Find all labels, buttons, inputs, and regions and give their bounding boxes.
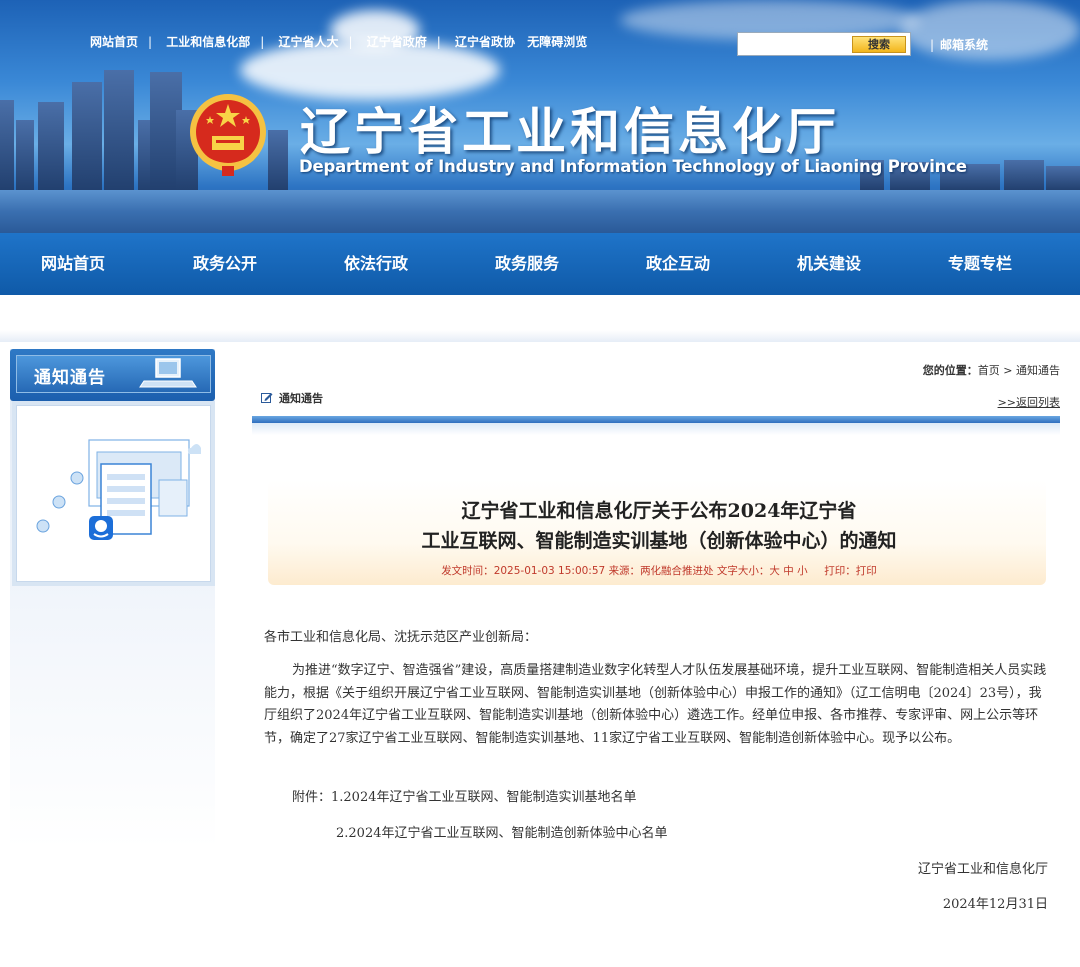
nav-spacer bbox=[0, 295, 1080, 335]
font-size-small[interactable]: 小 bbox=[797, 565, 808, 577]
nav-item-interaction[interactable]: 政企互动 bbox=[608, 233, 748, 295]
breadcrumb: 您的位置：首页 > 通知通告 bbox=[923, 362, 1060, 378]
top-link-miit[interactable]: 工业和信息化部 bbox=[166, 35, 250, 49]
nav-item-special-topics[interactable]: 专题专栏 bbox=[910, 233, 1050, 295]
print-label: 打印： bbox=[824, 565, 856, 577]
site-subtitle: Department of Industry and Information T… bbox=[299, 157, 967, 176]
article-meta: 发文时间：2025-01-03 15:00:57 来源：两化融合推进处 文字大小… bbox=[264, 563, 1054, 578]
top-link-ln-npc[interactable]: 辽宁省人大 bbox=[279, 35, 339, 49]
category-bar bbox=[252, 416, 1060, 423]
top-link-ln-cppcc[interactable]: 辽宁省政协 bbox=[455, 35, 515, 49]
site-title: 辽宁省工业和信息化厅 bbox=[300, 103, 840, 161]
sidebar: 通知通告 bbox=[10, 349, 215, 849]
top-link-accessibility[interactable]: 无障碍浏览 bbox=[527, 35, 587, 49]
laptop-icon bbox=[139, 358, 197, 388]
sidebar-header: 通知通告 bbox=[10, 349, 215, 401]
font-size-large[interactable]: 大 bbox=[769, 565, 780, 577]
article-body: 为推进“数字辽宁、智造强省”建设，高质量搭建制造业数字化转型人才队伍发展基础环境… bbox=[264, 663, 1047, 746]
publish-label: 发文时间： bbox=[441, 565, 494, 577]
nav-item-gov-services[interactable]: 政务服务 bbox=[457, 233, 597, 295]
edit-icon bbox=[261, 393, 273, 403]
breadcrumb-home[interactable]: 首页 bbox=[978, 364, 1000, 377]
source-value: 两化融合推进处 bbox=[640, 565, 714, 577]
category-row: 通知通告 >>返回列表 bbox=[252, 386, 1060, 414]
attachment-2-link[interactable]: 2.2024年辽宁省工业互联网、智能制造创新体验中心名单 bbox=[336, 822, 668, 841]
top-link-home[interactable]: 网站首页 bbox=[90, 35, 138, 49]
nav-item-gov-affairs[interactable]: 政务公开 bbox=[155, 233, 295, 295]
mail-system-label: 邮箱系统 bbox=[940, 38, 989, 52]
search-input[interactable] bbox=[742, 36, 850, 52]
source-label: 来源： bbox=[608, 565, 641, 577]
divider bbox=[0, 330, 1080, 342]
nav-item-org-building[interactable]: 机关建设 bbox=[759, 233, 899, 295]
mail-system-link[interactable]: | 邮箱系统 bbox=[930, 36, 988, 53]
back-to-list-link[interactable]: >>返回列表 bbox=[998, 394, 1060, 410]
site-header: 网站首页 | 工业和信息化部 | 辽宁省人大 | 辽宁省政府 | 辽宁省政协 无障碍浏览… bbox=[0, 0, 1080, 233]
website-illustration-icon bbox=[36, 439, 201, 540]
search-button[interactable]: 搜索 bbox=[852, 36, 906, 53]
font-size-label: 文字大小： bbox=[716, 565, 770, 577]
top-link-ln-gov[interactable]: 辽宁省政府 bbox=[367, 35, 427, 49]
nav-item-law-admin[interactable]: 依法行政 bbox=[306, 233, 446, 295]
category-label: 通知通告 bbox=[279, 392, 323, 405]
national-emblem-icon bbox=[190, 94, 266, 176]
breadcrumb-current[interactable]: 通知通告 bbox=[1016, 364, 1060, 377]
print-link[interactable]: 打印 bbox=[856, 565, 877, 577]
nav-item-home[interactable]: 网站首页 bbox=[3, 233, 143, 295]
publish-time: 2025-01-03 15:00:57 bbox=[493, 565, 606, 577]
search-box: 搜索 bbox=[737, 32, 911, 56]
sidebar-title: 通知通告 bbox=[34, 368, 106, 388]
breadcrumb-separator: > bbox=[999, 364, 1016, 377]
sidebar-illustration-panel bbox=[16, 405, 211, 582]
article-salutation: 各市工业和信息化局、沈抚示范区产业创新局： bbox=[264, 630, 538, 645]
article-title-line1: 辽宁省工业和信息化厅关于公布2024年辽宁省 bbox=[461, 500, 857, 522]
attachment-1-link[interactable]: 附件：1.2024年辽宁省工业互联网、智能制造实训基地名单 bbox=[292, 786, 637, 805]
article-signature: 辽宁省工业和信息化厅 bbox=[917, 862, 1048, 877]
breadcrumb-prefix: 您的位置： bbox=[922, 364, 978, 377]
article-date: 2024年12月31日 bbox=[942, 897, 1048, 912]
main-nav: 网站首页 政务公开 依法行政 政务服务 政企互动 机关建设 专题专栏 bbox=[0, 233, 1080, 295]
top-links-bar: 网站首页 | 工业和信息化部 | 辽宁省人大 | 辽宁省政府 | 辽宁省政协 无障碍浏览 bbox=[90, 35, 588, 49]
article-title-line2: 工业互联网、智能制造实训基地（创新体验中心）的通知 bbox=[421, 530, 897, 552]
river-backdrop bbox=[0, 190, 1080, 233]
font-size-medium[interactable]: 中 bbox=[783, 565, 794, 577]
